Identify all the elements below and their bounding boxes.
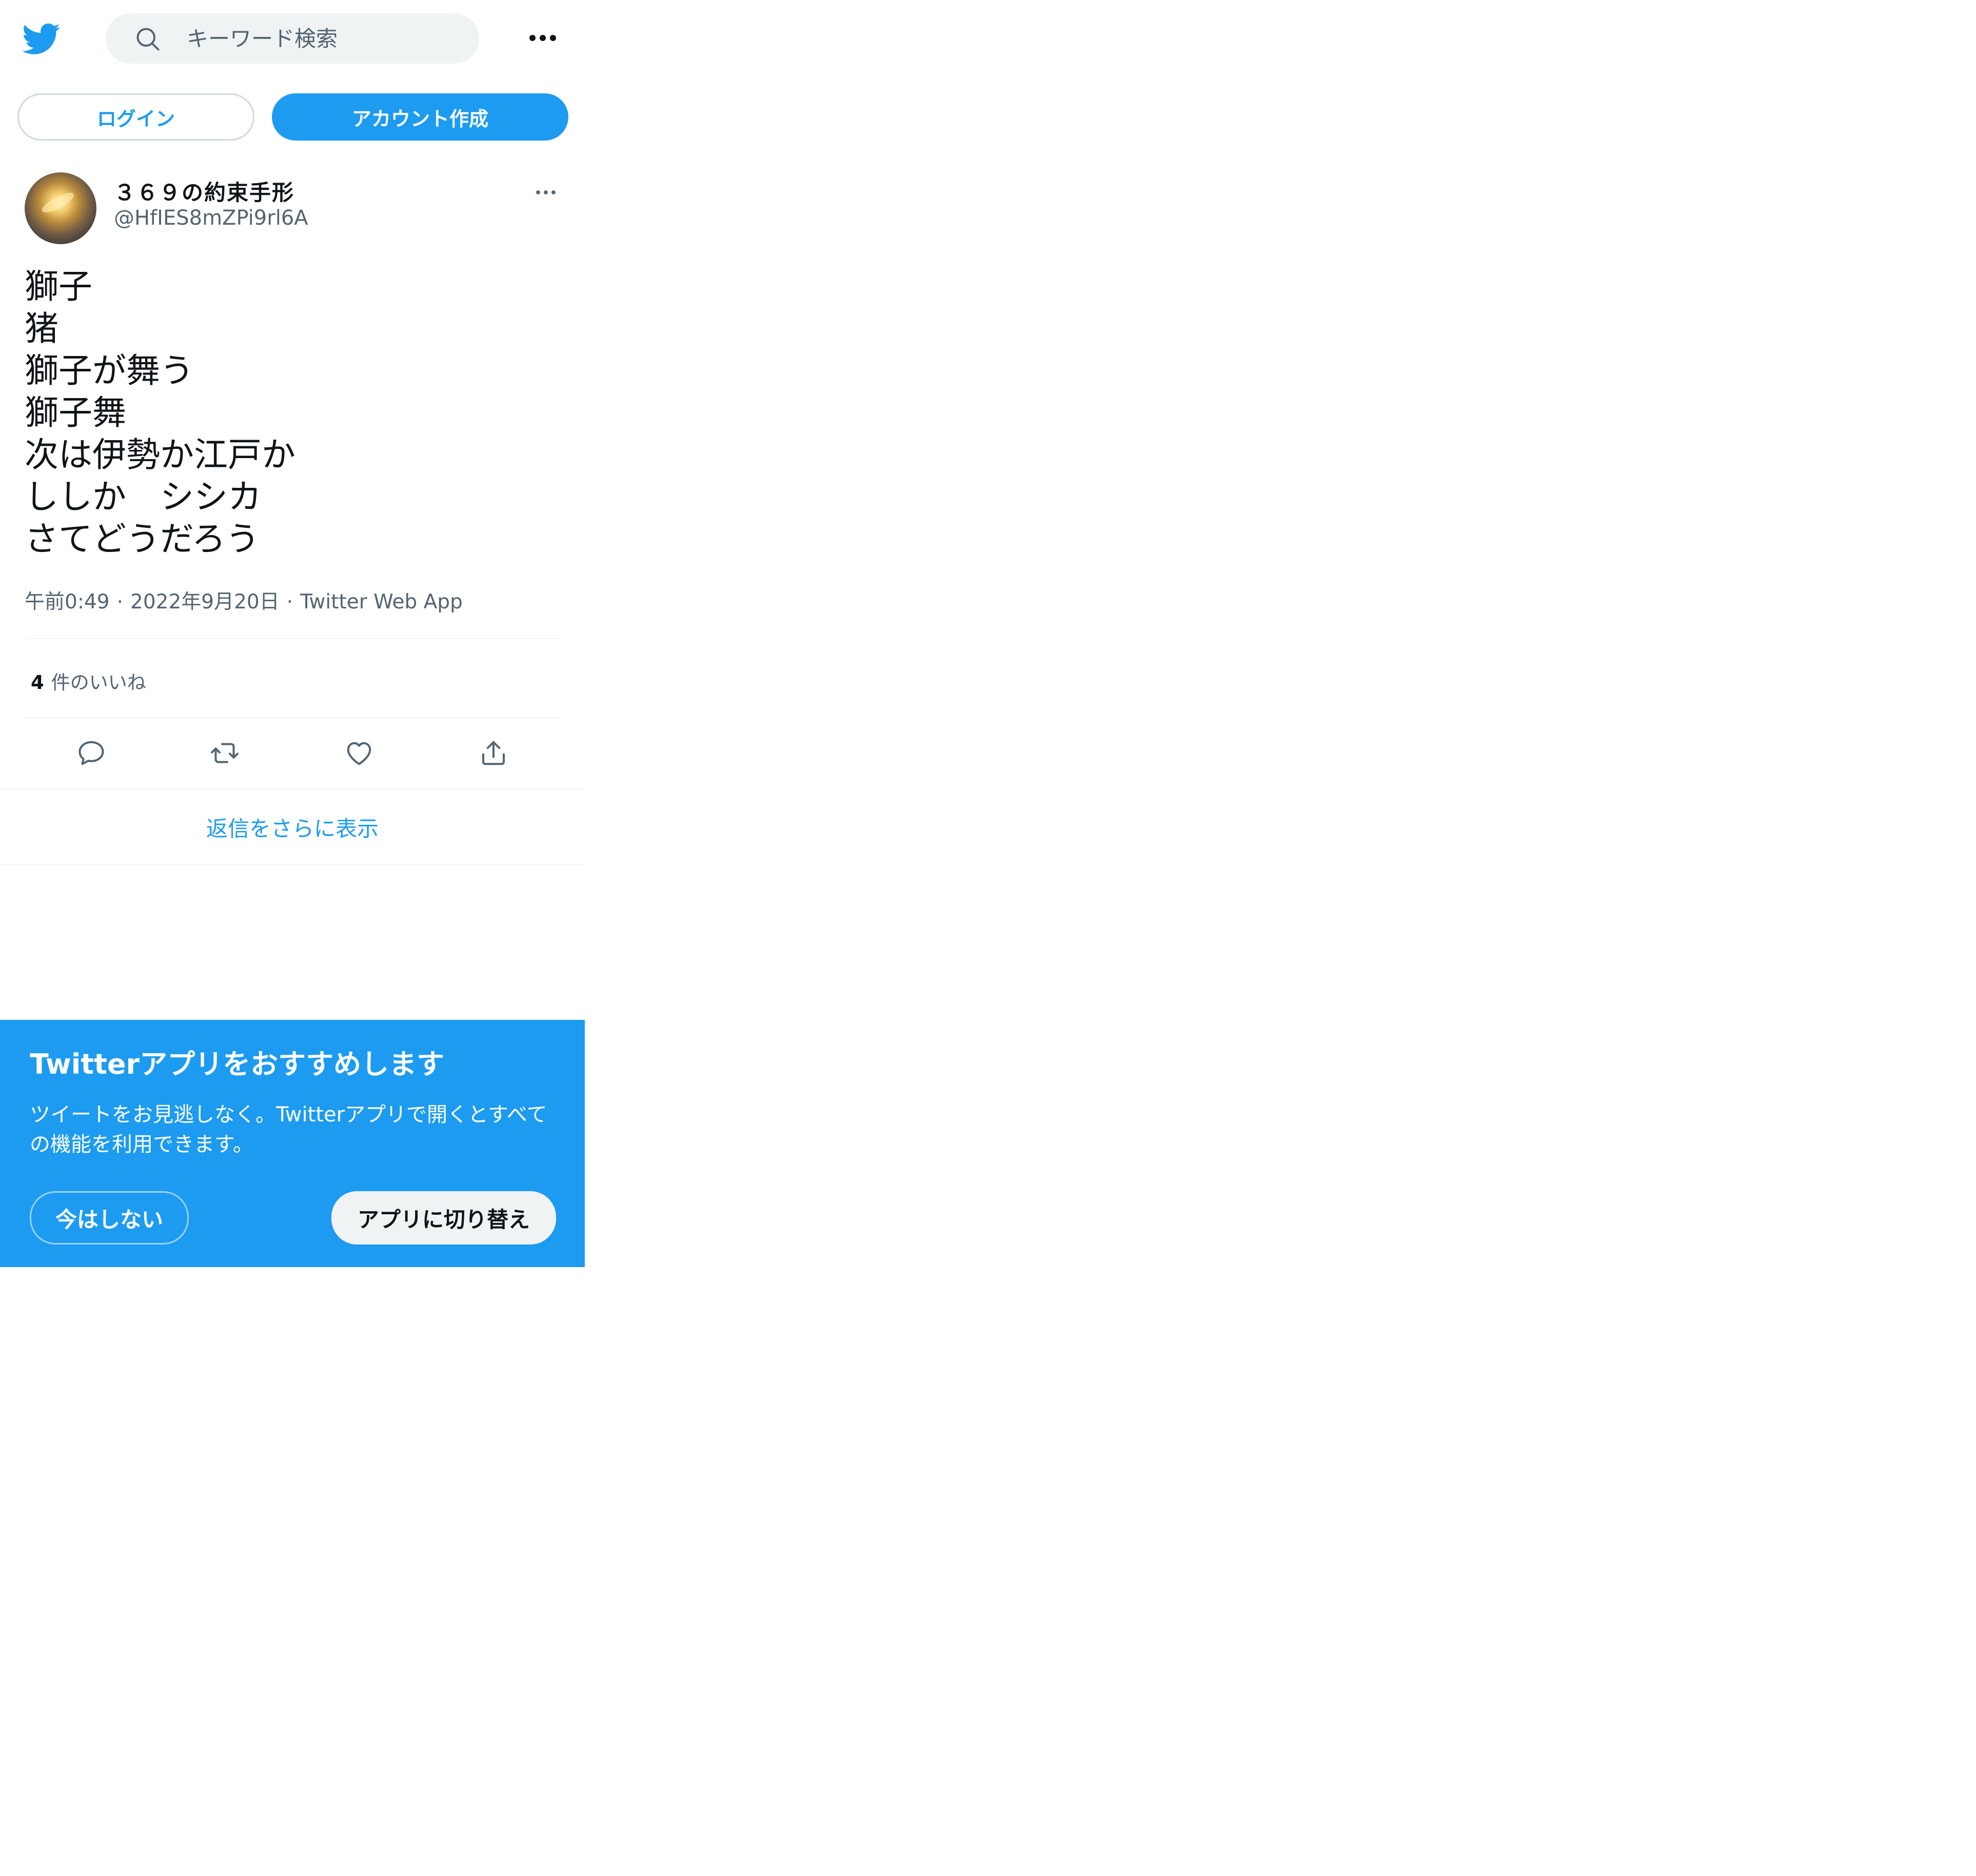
divider bbox=[0, 864, 585, 865]
avatar[interactable] bbox=[25, 172, 96, 244]
retweet-icon[interactable] bbox=[209, 738, 240, 768]
tweet-time[interactable]: 午前0:49 bbox=[25, 590, 110, 614]
heart-icon[interactable] bbox=[344, 738, 374, 768]
divider bbox=[25, 638, 560, 639]
tweet-line: 次は伊勢か江戸か bbox=[25, 435, 295, 475]
switch-to-app-button[interactable]: アプリに切り替え bbox=[331, 1191, 556, 1245]
search-input[interactable] bbox=[187, 21, 464, 56]
reply-icon[interactable] bbox=[76, 738, 107, 768]
tweet-line: 獅子舞 bbox=[25, 393, 126, 432]
meta-separator: · bbox=[286, 590, 293, 614]
app-promo-banner: Twitterアプリをおすすめします ツイートをお見逃しなく。Twitterアプ… bbox=[0, 1020, 585, 1267]
tweet-date[interactable]: 2022年9月20日 bbox=[130, 590, 280, 614]
tweet-line: さてどうだろう bbox=[25, 519, 260, 559]
divider bbox=[25, 717, 560, 718]
show-more-replies-link[interactable]: 返信をさらに表示 bbox=[0, 790, 585, 864]
banner-description: ツイートをお見逃しなく。Twitterアプリで開くとすべての機能を利用できます。 bbox=[30, 1103, 547, 1156]
tweet-line: 獅子 bbox=[25, 267, 92, 306]
banner-title: Twitterアプリをおすすめします bbox=[30, 1048, 445, 1080]
mobile-content: ログイン アカウント作成 ３６９の約束手形 @HfIES8mZPi9rl6A 獅… bbox=[0, 0, 585, 1272]
meta-separator: · bbox=[116, 590, 123, 614]
likes-summary[interactable]: 4 件のいいね bbox=[31, 667, 146, 695]
username[interactable]: @HfIES8mZPi9rl6A bbox=[114, 206, 308, 230]
tweet-line: 猪 bbox=[25, 309, 58, 348]
tweet-source[interactable]: Twitter Web App bbox=[300, 590, 463, 614]
tweet-line: 獅子が舞う bbox=[25, 351, 194, 390]
more-icon[interactable] bbox=[526, 29, 559, 47]
page-root: ログイン アカウント作成 ３６９の約束手形 @HfIES8mZPi9rl6A 獅… bbox=[0, 0, 1976, 1876]
login-button[interactable]: ログイン bbox=[17, 93, 254, 141]
display-name[interactable]: ３６９の約束手形 bbox=[114, 175, 294, 207]
twitter-bird-icon[interactable] bbox=[23, 19, 61, 57]
more-icon[interactable] bbox=[533, 185, 558, 200]
search-bar[interactable] bbox=[106, 13, 479, 64]
likes-label: 件のいいね bbox=[51, 672, 146, 694]
search-icon bbox=[134, 26, 161, 52]
tweet-text: 獅子 猪 獅子が舞う 獅子舞 次は伊勢か江戸か ししか シシカ さてどうだろう bbox=[25, 266, 568, 560]
tweet-line: ししか シシカ bbox=[25, 477, 262, 517]
share-icon[interactable] bbox=[478, 738, 509, 768]
likes-count: 4 bbox=[31, 672, 44, 694]
signup-button[interactable]: アカウント作成 bbox=[272, 93, 568, 141]
tweet-meta: 午前0:49 · 2022年9月20日 · Twitter Web App bbox=[25, 586, 463, 615]
not-now-button[interactable]: 今はしない bbox=[30, 1191, 189, 1245]
